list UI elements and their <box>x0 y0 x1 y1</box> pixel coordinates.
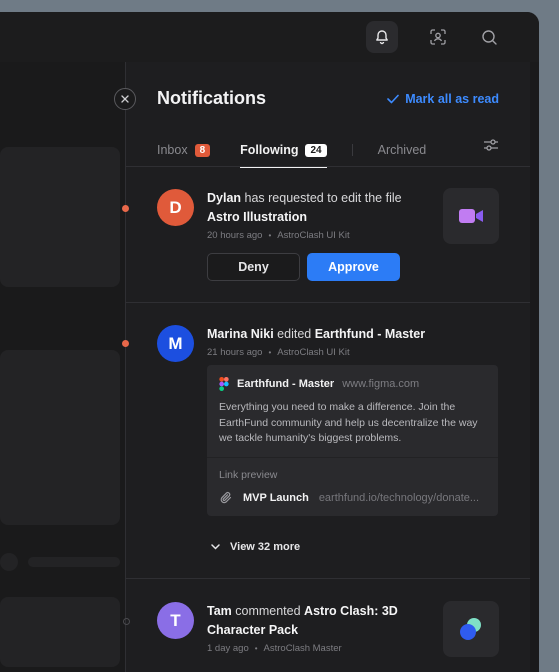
tab-inbox[interactable]: Inbox 8 <box>157 134 211 166</box>
background-line <box>28 557 120 567</box>
timestamp: 20 hours ago <box>207 230 263 241</box>
card-url[interactable]: www.figma.com <box>342 378 419 390</box>
deny-button[interactable]: Deny <box>207 253 300 281</box>
notification-tabs: Inbox 8 Following 24 Archived <box>157 134 427 168</box>
chevron-down-icon <box>211 544 220 550</box>
tab-inbox-label: Inbox <box>157 143 188 157</box>
face-scan-icon[interactable] <box>422 21 454 53</box>
notification-divider <box>126 302 530 303</box>
tab-archived[interactable]: Archived <box>378 134 427 166</box>
source-label: AstroClash Master <box>263 643 342 654</box>
actor-name[interactable]: Tam <box>207 604 232 618</box>
mark-all-read-label: Mark all as read <box>405 92 499 106</box>
notification-text: Marina Niki edited Earthfund - Master <box>207 325 497 344</box>
actor-name[interactable]: Dylan <box>207 191 241 205</box>
action-text: edited <box>273 327 315 341</box>
link-url: earthfund.io/technology/donate... <box>318 491 480 504</box>
panel-title: Notifications <box>157 88 267 108</box>
source-label: AstroClash UI Kit <box>277 347 350 358</box>
unread-dot <box>122 340 129 347</box>
view-more-label: View 32 more <box>230 541 301 553</box>
approve-button[interactable]: Approve <box>307 253 400 281</box>
file-thumbnail[interactable] <box>443 188 499 244</box>
link-preview-section: Link preview MVP Launch earthfund.io/tec… <box>207 456 498 516</box>
video-camera-icon <box>459 209 483 223</box>
search-icon[interactable] <box>473 21 505 53</box>
top-toolbar <box>0 12 539 62</box>
action-text: commented <box>231 604 305 618</box>
filter-settings-icon[interactable] <box>483 138 499 157</box>
timestamp: 1 day ago <box>207 643 249 654</box>
avatar[interactable]: D <box>157 189 194 226</box>
following-count-badge: 24 <box>305 143 327 157</box>
timestamp: 21 hours ago <box>207 347 263 358</box>
notification-meta: 1 day ago • AstroClash Master <box>207 643 342 654</box>
tab-following[interactable]: Following 24 <box>240 134 328 168</box>
notification-meta: 20 hours ago • AstroClash UI Kit <box>207 230 350 241</box>
meta-separator: • <box>254 644 258 653</box>
inbox-count-badge: 8 <box>194 143 211 157</box>
background-card <box>0 597 120 667</box>
tab-following-label: Following <box>240 143 299 157</box>
tabs-divider <box>126 166 530 167</box>
avatar[interactable]: T <box>157 602 194 639</box>
mark-all-read-button[interactable]: Mark all as read <box>387 92 499 106</box>
avatar[interactable]: M <box>157 325 194 362</box>
close-icon <box>121 95 129 103</box>
file-thumbnail[interactable] <box>443 601 499 657</box>
tab-divider <box>351 144 353 156</box>
link-preview-row[interactable]: MVP Launch earthfund.io/technology/donat… <box>219 491 486 505</box>
action-text: has requested to edit the file <box>241 191 402 205</box>
notifications-panel: Notifications Mark all as read Inbox 8 F… <box>122 62 530 672</box>
close-panel-button[interactable] <box>114 88 136 110</box>
figma-logo-icon <box>219 377 229 391</box>
view-more-button[interactable]: View 32 more <box>211 541 300 553</box>
paperclip-icon <box>220 491 232 503</box>
target-file-link[interactable]: Astro Illustration <box>207 210 307 224</box>
notification-text: Dylan has requested to edit the file Ast… <box>207 189 437 227</box>
meta-separator: • <box>268 348 272 357</box>
target-file-link[interactable]: Earthfund - Master <box>315 327 425 341</box>
link-preview-label: Link preview <box>219 468 278 481</box>
card-title: Earthfund - Master <box>237 378 335 390</box>
notification-text: Tam commented Astro Clash: 3D Character … <box>207 602 427 640</box>
source-label: AstroClash UI Kit <box>277 230 350 241</box>
actor-name[interactable]: Marina Niki <box>207 327 274 341</box>
notification-meta: 21 hours ago • AstroClash UI Kit <box>207 347 350 358</box>
background-card <box>0 147 120 287</box>
read-dot <box>123 618 130 625</box>
notification-divider <box>126 578 530 579</box>
background-avatar <box>0 553 18 571</box>
background-card <box>0 350 120 525</box>
unread-dot <box>122 205 129 212</box>
card-description: Everything you need to make a difference… <box>219 401 478 444</box>
bell-icon[interactable] <box>366 21 398 53</box>
link-name: MVP Launch <box>243 491 309 504</box>
checkmark-icon <box>387 94 399 104</box>
3d-shapes-icon <box>460 618 481 640</box>
meta-separator: • <box>268 231 272 240</box>
tab-archived-label: Archived <box>377 143 427 157</box>
file-preview-card[interactable]: Earthfund - Master www.figma.com Everyth… <box>207 365 498 516</box>
